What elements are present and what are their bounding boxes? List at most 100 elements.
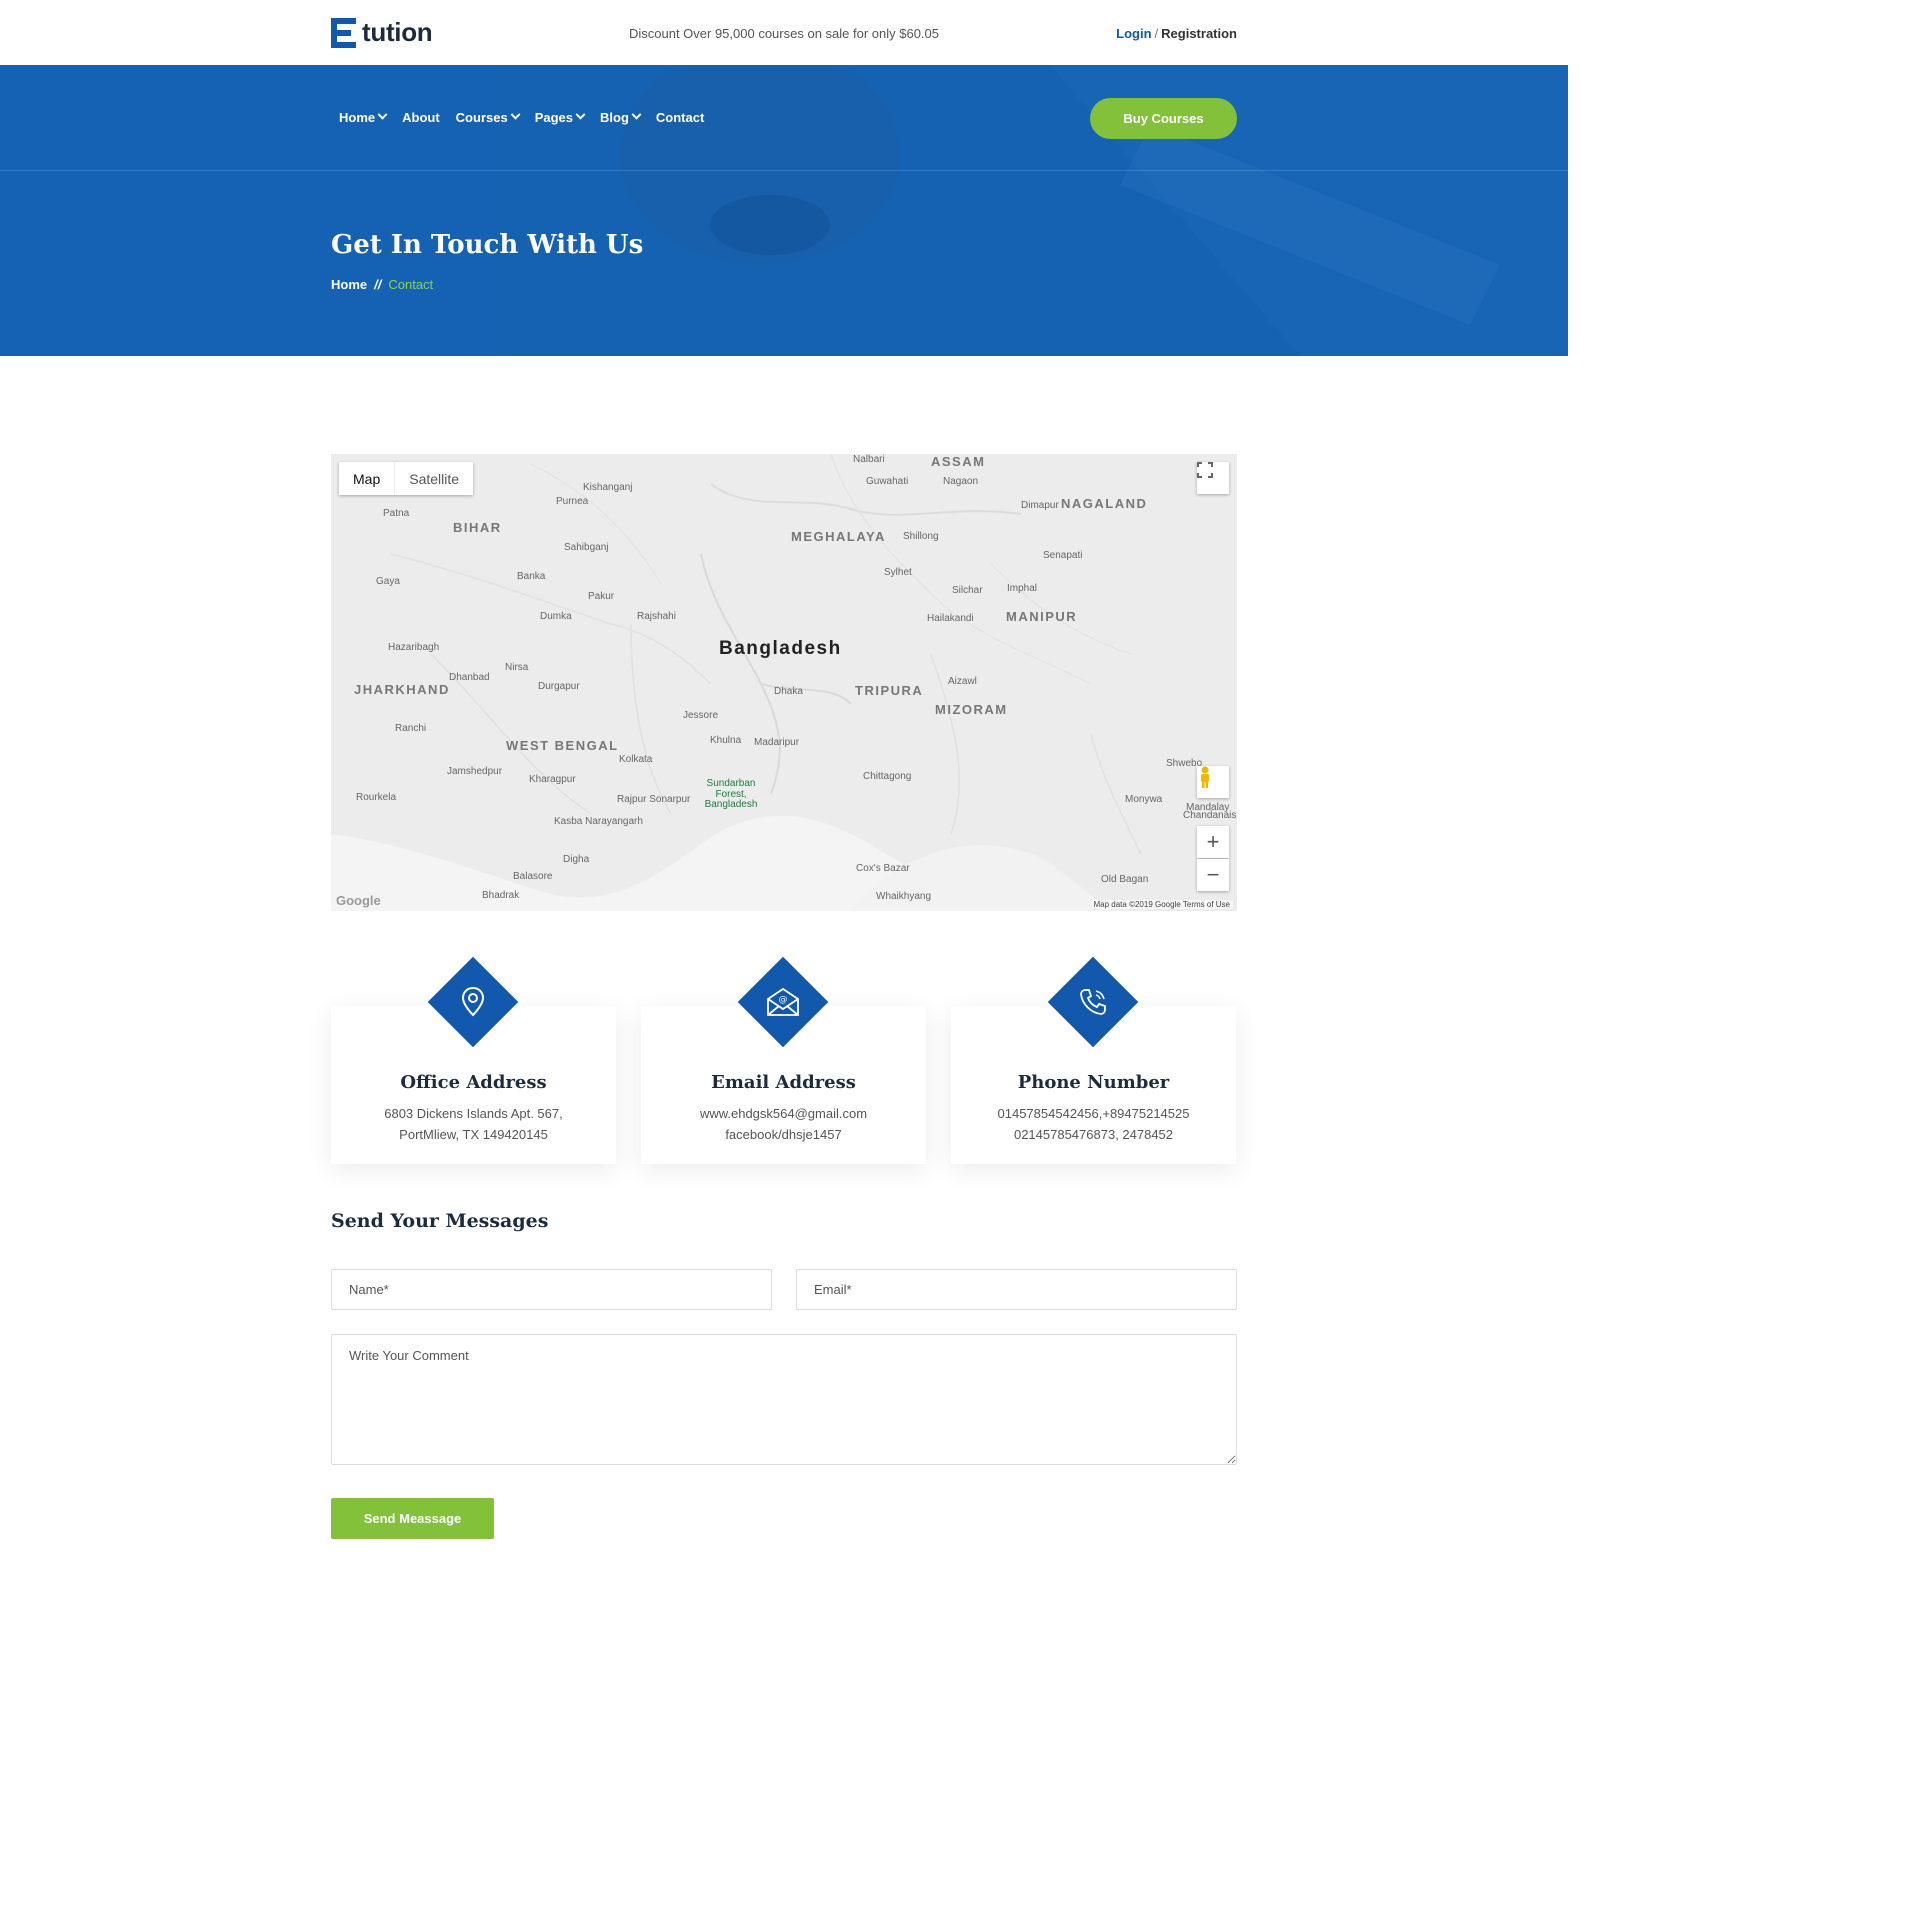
zoom-in-icon[interactable]: + [1197, 826, 1229, 858]
map-label-town: Guwahati [866, 476, 909, 487]
map-label-town: Senapati [1043, 550, 1083, 561]
map-label-town: Dimapur [1021, 500, 1059, 511]
login-link[interactable]: Login [1116, 26, 1151, 41]
fullscreen-icon[interactable] [1197, 462, 1229, 494]
breadcrumb-home-link[interactable]: Home [331, 277, 367, 292]
nav-label: About [402, 110, 440, 125]
page-title: Get In Touch With Us [331, 230, 644, 260]
map-label-town: Hailakandi [927, 613, 974, 624]
nav-label: Home [339, 110, 376, 125]
top-bar: tution Discount Over 95,000 courses on s… [0, 0, 1568, 65]
comment-textarea[interactable] [331, 1334, 1237, 1465]
map-label-park: Sundarban Forest, Bangladesh [704, 778, 758, 810]
street-view-pegman-icon[interactable] [1197, 766, 1229, 798]
phone-glyph [1080, 989, 1106, 1015]
zoom-out-icon[interactable]: − [1197, 859, 1229, 891]
nav-divider [0, 170, 1568, 171]
map-label-town: Sylhet [884, 567, 912, 578]
map-label-town: Digha [563, 854, 590, 865]
map-label-region: MANIPUR [1006, 609, 1078, 624]
chevron-down-icon [631, 109, 642, 120]
map-type-map-button[interactable]: Map [339, 462, 394, 495]
map-label-town: Jamshedpur [447, 766, 503, 777]
map-label-town: Rourkela [356, 792, 397, 803]
location-pin-glyph [461, 986, 485, 1017]
breadcrumb: Home // Contact [331, 277, 433, 292]
map-label-town: Imphal [1007, 583, 1038, 594]
map-label-town: Ranchi [395, 723, 427, 734]
buy-courses-button[interactable]: Buy Courses [1090, 98, 1237, 139]
map-label-town: Rajpur Sonarpur [617, 794, 691, 805]
nav-item-blog[interactable]: Blog [600, 109, 642, 125]
map-label-town: Shillong [903, 531, 939, 542]
map-label-town: Kharagpur [529, 774, 576, 785]
map-label-town: Balasore [513, 871, 553, 882]
card-line: www.ehdgsk564@gmail.com [699, 1106, 868, 1121]
google-map[interactable]: Map Satellite + − ASSAM Nalbari Guwahati Na… [331, 454, 1237, 911]
nav-item-pages[interactable]: Pages [534, 109, 586, 125]
card-title: Office Address [400, 1072, 547, 1093]
registration-link[interactable]: Registration [1161, 26, 1237, 41]
map-label-region: ASSAM [931, 454, 986, 469]
auth-separator: / [1154, 26, 1159, 41]
map-credit[interactable]: Map data ©2019 Google Terms of Use [1090, 900, 1233, 909]
map-label-town: Kishanganj [583, 482, 633, 493]
auth-links: Login / Registration [1116, 26, 1237, 41]
nav-label: Pages [534, 110, 574, 125]
map-label-town: Durgapur [538, 681, 580, 692]
name-input[interactable] [331, 1269, 772, 1310]
map-label-town: Chandanaish [1183, 810, 1237, 821]
nav-item-contact[interactable]: Contact [656, 110, 704, 125]
nav-item-about[interactable]: About [402, 110, 440, 125]
google-logo: Google [336, 893, 381, 908]
card-line: PortMliew, TX 149420145 [399, 1127, 548, 1142]
card-line: 02145785476873, 2478452 [1013, 1127, 1174, 1142]
map-label-town: Madaripur [754, 737, 800, 748]
map-label-town: Sahibganj [564, 542, 609, 553]
nav-label: Blog [600, 110, 629, 125]
map-label-region: WEST BENGAL [506, 738, 619, 753]
map-label-town: Shwebo [1166, 758, 1203, 769]
map-label-town: Nalbari [853, 454, 885, 465]
map-label-town: Khulna [710, 735, 742, 746]
nav-item-courses[interactable]: Courses [455, 109, 521, 125]
map-label-town: Aizawl [948, 676, 977, 687]
map-label-town: Monywa [1125, 794, 1163, 805]
location-pin-icon [453, 982, 493, 1022]
map-label-region: TRIPURA [855, 683, 924, 698]
map-label-town: Dhaka [774, 686, 803, 697]
map-label-town: Purnea [556, 496, 589, 507]
map-label-region: MIZORAM [935, 702, 1008, 717]
map-type-satellite-button[interactable]: Satellite [394, 462, 473, 495]
map-label-country: Bangladesh [719, 638, 842, 659]
map-label-town: Chittagong [863, 771, 912, 782]
map-label-town: Cox's Bazar [856, 863, 910, 874]
card-title: Email Address [711, 1072, 856, 1093]
map-label-town: Silchar [952, 585, 983, 596]
nav-item-home[interactable]: Home [339, 109, 388, 125]
map-label-town: Dhanbad [449, 672, 490, 683]
card-line: 01457854542456,+89475214525 [997, 1106, 1190, 1121]
map-label-region: MEGHALAYA [791, 529, 886, 544]
map-label-town: Bhadrak [482, 890, 520, 901]
map-label-town: Hazaribagh [388, 642, 440, 653]
map-label-town: Gaya [376, 576, 400, 587]
breadcrumb-separator: // [374, 277, 382, 292]
map-label-town: Jessore [683, 710, 719, 721]
map-label-town: Kolkata [619, 754, 653, 765]
map-label-region: NAGALAND [1061, 496, 1148, 511]
nav-label: Contact [655, 110, 705, 125]
map-label-town: Nagaon [943, 476, 979, 487]
nav-label: Courses [455, 110, 508, 125]
promo-text: Discount Over 95,000 courses on sale for… [628, 26, 939, 41]
hero-background [0, 65, 1568, 356]
send-message-button[interactable]: Send Meassage [331, 1498, 494, 1539]
envelope-icon: @ [763, 982, 803, 1022]
map-label-town: Old Bagan [1101, 874, 1149, 885]
phone-icon [1073, 982, 1113, 1022]
card-line: facebook/dhsje1457 [725, 1127, 842, 1142]
map-label-town: Dumka [540, 611, 572, 622]
pegman-glyph [1201, 766, 1209, 788]
map-label-town: Whaikhyang [876, 891, 932, 902]
email-input[interactable] [796, 1269, 1237, 1310]
